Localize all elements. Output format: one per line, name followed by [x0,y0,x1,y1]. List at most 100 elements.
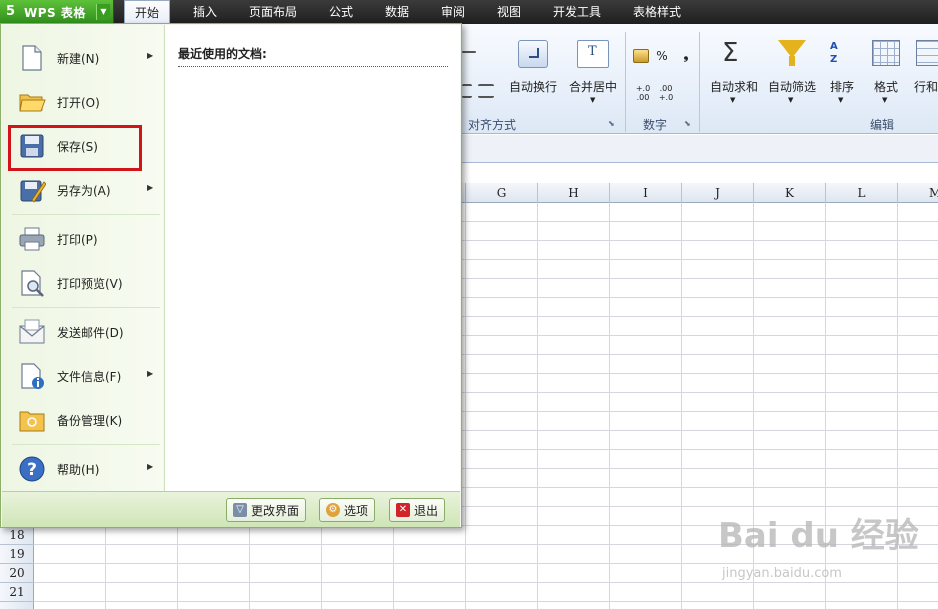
merge-center-label: 合并居中 [568,80,617,94]
chevron-down-icon[interactable]: ▼ [788,96,793,104]
group-separator [625,32,626,132]
tab-home[interactable]: 开始 [124,0,171,24]
autosum-label: 自动求和 [709,80,758,94]
tab-bar: 5 WPS 表格 ▼ 开始 插入 页面布局 公式 数据 审阅 视图 开发工具 表… [0,0,938,24]
menu-footer: ▽ 更改界面 ⚙ 选项 ✕ 退出 [2,491,460,527]
menu-item-label: 打开(O) [57,96,100,110]
wrap-text-button[interactable]: 自动换行 [505,38,561,114]
menu-item-help[interactable]: ? 帮助(H) ▶ [10,449,160,489]
format-label: 格式 [873,80,898,94]
menu-commands: 新建(N) ▶ 打开(O) 保存(S) 另存为(A) ▶ 打印(P) 打印预览(… [2,25,163,491]
group-separator [699,32,700,132]
baidu-watermark: Bai du 经验 jingyan.baidu.com [718,508,938,588]
menu-item-backup[interactable]: 备份管理(K) [10,400,160,440]
menu-item-print[interactable]: 打印(P) [10,219,160,259]
align-icon[interactable] [462,51,476,53]
menu-item-print-preview[interactable]: 打印预览(V) [10,263,160,303]
print-preview-icon [21,270,44,297]
chevron-down-icon[interactable]: ▼ [590,96,595,104]
group-label-number: 数字 [643,118,668,132]
sort-az-icon: AZ [830,41,838,65]
percent-button[interactable]: % [655,49,669,63]
menu-item-send-mail[interactable]: 发送邮件(D) [10,312,160,352]
rows-columns-button[interactable]: 行和 [910,38,938,114]
menu-separator [12,444,160,445]
save-highlight-box [8,125,142,171]
column-header-j[interactable]: J [682,183,754,203]
tab-view[interactable]: 视图 [497,0,521,24]
close-icon: ✕ [396,503,410,517]
menu-item-open[interactable]: 打开(O) [10,82,160,122]
exit-button[interactable]: ✕ 退出 [389,498,446,522]
printer-icon [19,227,45,251]
recent-documents-title: 最近使用的文档: [178,47,267,61]
rows-columns-label: 行和 [914,80,938,94]
divider [178,66,448,67]
options-button[interactable]: ⚙ 选项 [319,498,376,522]
decrease-decimal-button[interactable]: .00 +.0 [656,84,676,102]
change-ui-label: 更改界面 [251,503,300,518]
app-title: WPS 表格 [24,5,86,20]
submenu-arrow-icon: ▶ [147,51,154,60]
menu-item-new[interactable]: 新建(N) ▶ [10,38,160,78]
tab-review[interactable]: 审阅 [441,0,465,24]
sort-button[interactable]: AZ 排序 ▼ [824,38,860,114]
wrap-arrow-icon [529,48,539,58]
tab-developer[interactable]: 开发工具 [553,0,601,24]
indent-icon[interactable] [478,84,494,98]
backup-folder-icon [19,411,45,432]
column-header-m[interactable]: M [898,183,938,203]
wps-logo-icon: 5 [6,4,16,19]
menu-item-file-info[interactable]: 文件信息(F) ▶ [10,356,160,396]
sigma-icon: Σ [722,38,739,68]
menu-item-label: 打印预览(V) [57,277,123,291]
increase-decimal-button[interactable]: +.0 .00 [633,84,653,102]
row-header-18[interactable]: 18 [0,526,34,545]
column-header-h[interactable]: H [538,183,610,203]
recent-documents-panel: 最近使用的文档: [164,25,460,491]
chevron-down-icon[interactable]: ▼ [96,4,110,20]
autofilter-button[interactable]: 自动筛选 ▼ [766,38,818,114]
column-header-g[interactable]: G [466,183,538,203]
filter-stem [789,56,795,66]
row-header-19[interactable]: 19 [0,545,34,564]
outdent-icon[interactable] [462,84,472,98]
wps-menu-button[interactable]: 5 WPS 表格 ▼ [0,0,114,24]
tab-page-layout[interactable]: 页面布局 [249,0,297,24]
menu-item-label: 文件信息(F) [57,370,122,384]
save-as-icon [20,180,46,203]
new-document-icon [22,45,42,71]
tab-table-style[interactable]: 表格样式 [633,0,681,24]
autofilter-label: 自动筛选 [767,80,816,94]
chevron-down-icon[interactable]: ▼ [838,96,843,104]
column-header-k[interactable]: K [754,183,826,203]
wrap-text-label: 自动换行 [508,80,557,94]
column-header-i[interactable]: I [610,183,682,203]
tab-formulas[interactable]: 公式 [329,0,353,24]
autosum-button[interactable]: Σ 自动求和 ▼ [708,38,760,114]
change-ui-button[interactable]: ▽ 更改界面 [226,498,307,522]
watermark-url: jingyan.baidu.com [722,566,842,581]
rows-columns-icon [916,40,938,66]
dialog-launcher-icon[interactable]: ⬊ [608,119,615,128]
row-header-20[interactable]: 20 [0,564,34,583]
file-info-icon [21,363,44,389]
row-header-21[interactable]: 21 [0,583,34,602]
format-button[interactable]: 格式 ▼ [868,38,904,114]
menu-item-save-as[interactable]: 另存为(A) ▶ [10,170,160,210]
chevron-down-icon[interactable]: ▼ [882,96,887,104]
submenu-arrow-icon: ▶ [147,183,154,192]
gear-icon: ⚙ [326,503,340,517]
menu-item-label: 备份管理(K) [57,414,123,428]
tab-insert[interactable]: 插入 [193,0,217,24]
menu-item-label: 帮助(H) [57,463,100,477]
column-header-l[interactable]: L [826,183,898,203]
currency-icon[interactable] [633,49,649,63]
dialog-launcher-icon[interactable]: ⬊ [684,119,691,128]
merge-center-button[interactable]: T 合并居中 ▼ [564,38,622,114]
tab-data[interactable]: 数据 [385,0,409,24]
watermark-logo: Bai du 经验 [718,516,919,556]
menu-item-label: 发送邮件(D) [57,326,124,340]
comma-button[interactable]: ❟ [681,48,691,63]
chevron-down-icon[interactable]: ▼ [730,96,735,104]
